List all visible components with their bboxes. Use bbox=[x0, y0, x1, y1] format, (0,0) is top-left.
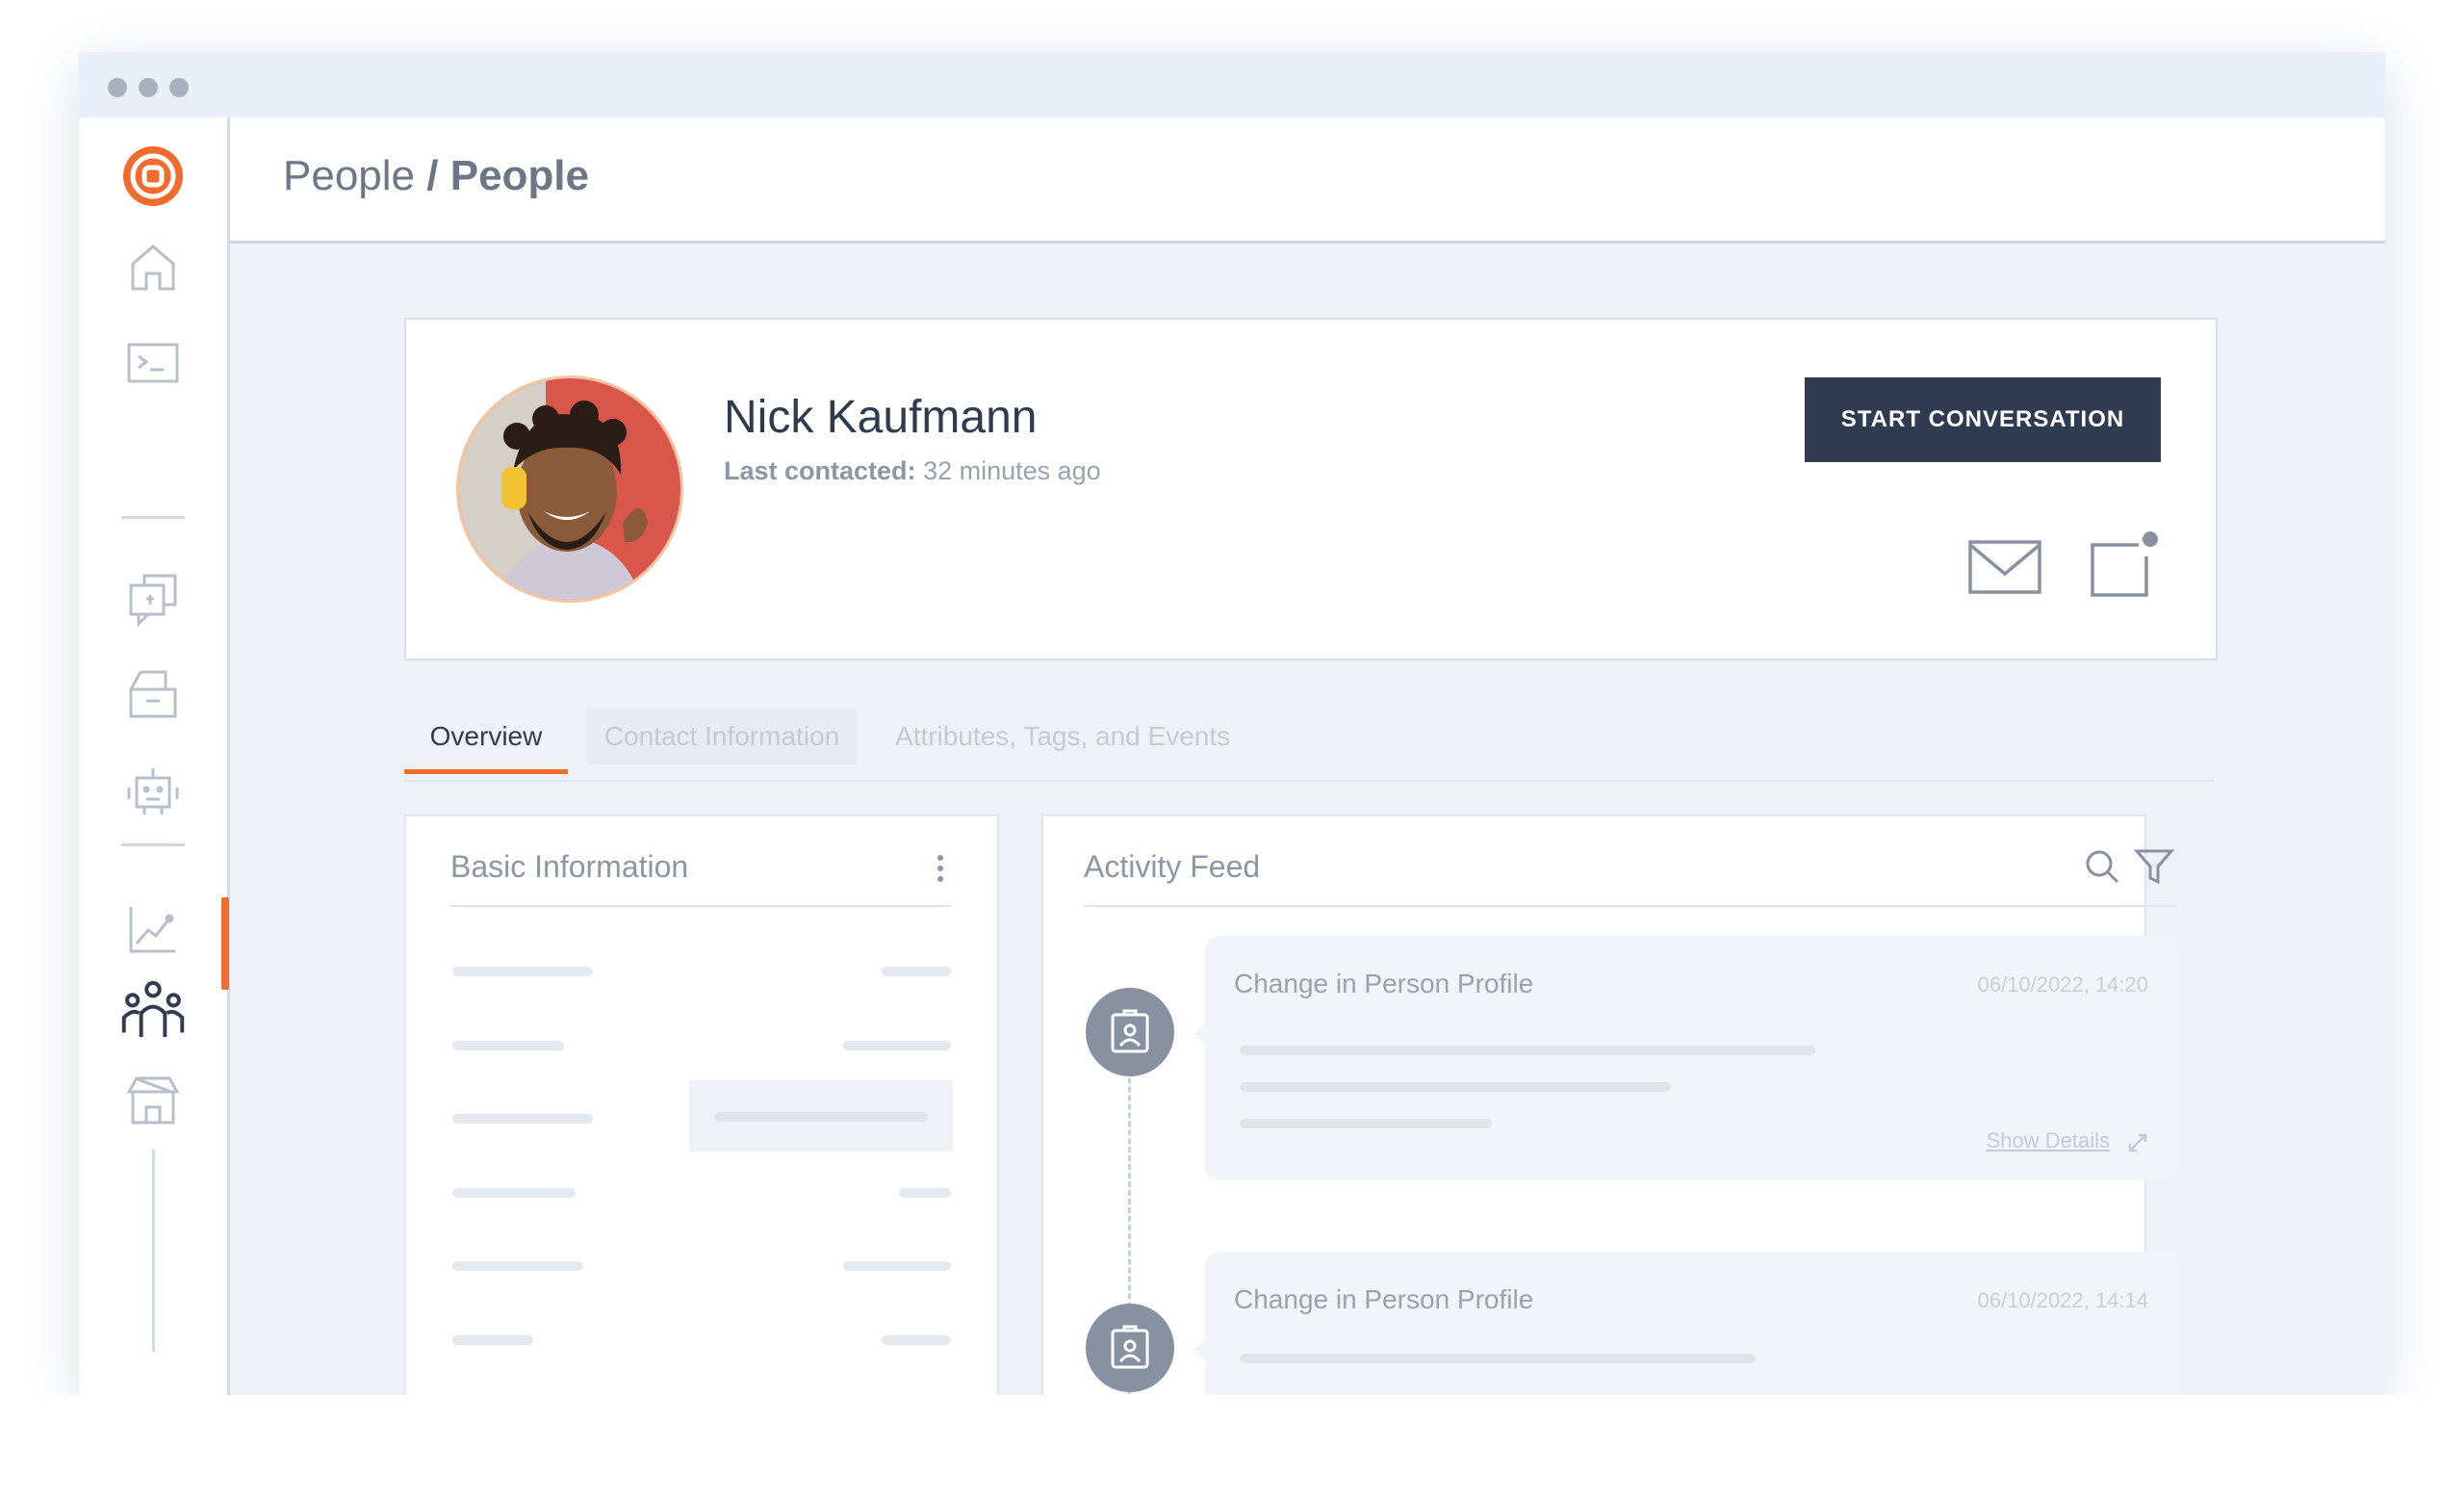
profile-change-icon bbox=[1086, 1304, 1174, 1392]
chart-icon[interactable] bbox=[121, 897, 185, 961]
entry-title: Change in Person Profile bbox=[1234, 1284, 1534, 1314]
card-divider bbox=[450, 905, 951, 907]
placeholder-bar bbox=[452, 967, 593, 976]
person-name: Nick Kaufmann bbox=[724, 392, 1038, 443]
placeholder-bar bbox=[452, 1041, 564, 1050]
tab-contact-information[interactable]: Contact Information bbox=[587, 709, 857, 764]
placeholder-bar bbox=[1240, 1046, 1815, 1055]
placeholder-bar bbox=[882, 1335, 951, 1345]
placeholder-bar bbox=[452, 1335, 533, 1345]
window-close-button[interactable] bbox=[108, 78, 127, 97]
entry-date: 06/10/2022, 14:14 bbox=[1977, 1288, 2148, 1312]
breadcrumb: People / People bbox=[283, 152, 589, 200]
avatar bbox=[456, 375, 683, 603]
robot-icon[interactable] bbox=[121, 759, 185, 822]
more-options-icon[interactable] bbox=[937, 855, 943, 888]
page-header: People / People bbox=[230, 117, 2385, 244]
show-details-link[interactable]: Show Details bbox=[1987, 1128, 2110, 1153]
search-icon[interactable] bbox=[2081, 845, 2123, 888]
breadcrumb-current: People bbox=[449, 152, 589, 199]
placeholder-bar bbox=[714, 1112, 928, 1122]
breadcrumb-separator: / bbox=[426, 152, 439, 199]
placeholder-bar bbox=[452, 1261, 583, 1271]
terminal-icon[interactable] bbox=[121, 331, 185, 395]
people-icon[interactable] bbox=[117, 974, 189, 1046]
placeholder-bar bbox=[843, 1261, 951, 1271]
card-divider bbox=[1084, 905, 2177, 907]
placeholder-bar bbox=[882, 967, 951, 976]
title-bar bbox=[79, 52, 2385, 117]
sidebar-divider bbox=[121, 843, 185, 846]
home-icon[interactable] bbox=[121, 235, 185, 298]
tab-attributes-tags-events[interactable]: Attributes, Tags, and Events bbox=[895, 709, 1230, 764]
active-nav-indicator bbox=[221, 897, 229, 990]
store-icon[interactable] bbox=[121, 1069, 185, 1132]
window-maximize-button[interactable] bbox=[169, 78, 189, 97]
entry-pointer bbox=[1194, 1022, 1205, 1046]
sidebar bbox=[79, 117, 230, 1395]
placeholder-bar bbox=[1240, 1354, 1756, 1363]
last-contacted-label: Last contacted: bbox=[724, 456, 916, 485]
start-conversation-button[interactable]: START CONVERSATION bbox=[1805, 377, 2161, 462]
placeholder-bar bbox=[843, 1041, 951, 1050]
mail-icon[interactable] bbox=[1967, 539, 2042, 595]
placeholder-bar bbox=[452, 1188, 576, 1198]
activity-feed-card: Activity Feed Change in Person Profile 0… bbox=[1041, 815, 2179, 1444]
basic-information-card: Basic Information bbox=[404, 815, 999, 1397]
brand-logo[interactable] bbox=[121, 144, 185, 208]
expand-icon[interactable] bbox=[2127, 1132, 2148, 1153]
sidebar-divider bbox=[121, 516, 185, 519]
inbox-icon[interactable] bbox=[121, 662, 185, 726]
activity-entry[interactable]: Change in Person Profile 06/10/2022, 14:… bbox=[1194, 936, 2179, 1180]
filter-icon[interactable] bbox=[2133, 845, 2175, 888]
chat-icon[interactable] bbox=[121, 566, 185, 630]
entry-title: Change in Person Profile bbox=[1234, 969, 1534, 998]
profile-change-icon bbox=[1086, 988, 1174, 1076]
breadcrumb-root[interactable]: People bbox=[283, 152, 415, 199]
window-minimize-button[interactable] bbox=[139, 78, 158, 97]
tab-overview[interactable]: Overview bbox=[404, 709, 568, 774]
placeholder-bar bbox=[1240, 1119, 1492, 1128]
entry-pointer bbox=[1194, 1338, 1205, 1361]
page-margin bbox=[0, 1395, 2464, 1500]
placeholder-bar bbox=[452, 1114, 593, 1124]
profile-card: Nick Kaufmann Last contacted: 32 minutes… bbox=[404, 318, 2218, 660]
note-icon[interactable] bbox=[2087, 530, 2160, 599]
profile-tabs: Overview Contact Information Attributes,… bbox=[404, 701, 2214, 782]
placeholder-bar bbox=[899, 1188, 951, 1198]
last-contacted: Last contacted: 32 minutes ago bbox=[724, 456, 1101, 486]
placeholder-bar bbox=[1240, 1082, 1671, 1092]
last-contacted-value: 32 minutes ago bbox=[923, 456, 1101, 485]
sidebar-scrollbar[interactable] bbox=[152, 1150, 155, 1352]
entry-date: 06/10/2022, 14:20 bbox=[1977, 972, 2148, 996]
activity-feed-title: Activity Feed bbox=[1084, 849, 1261, 884]
basic-information-title: Basic Information bbox=[450, 849, 689, 884]
